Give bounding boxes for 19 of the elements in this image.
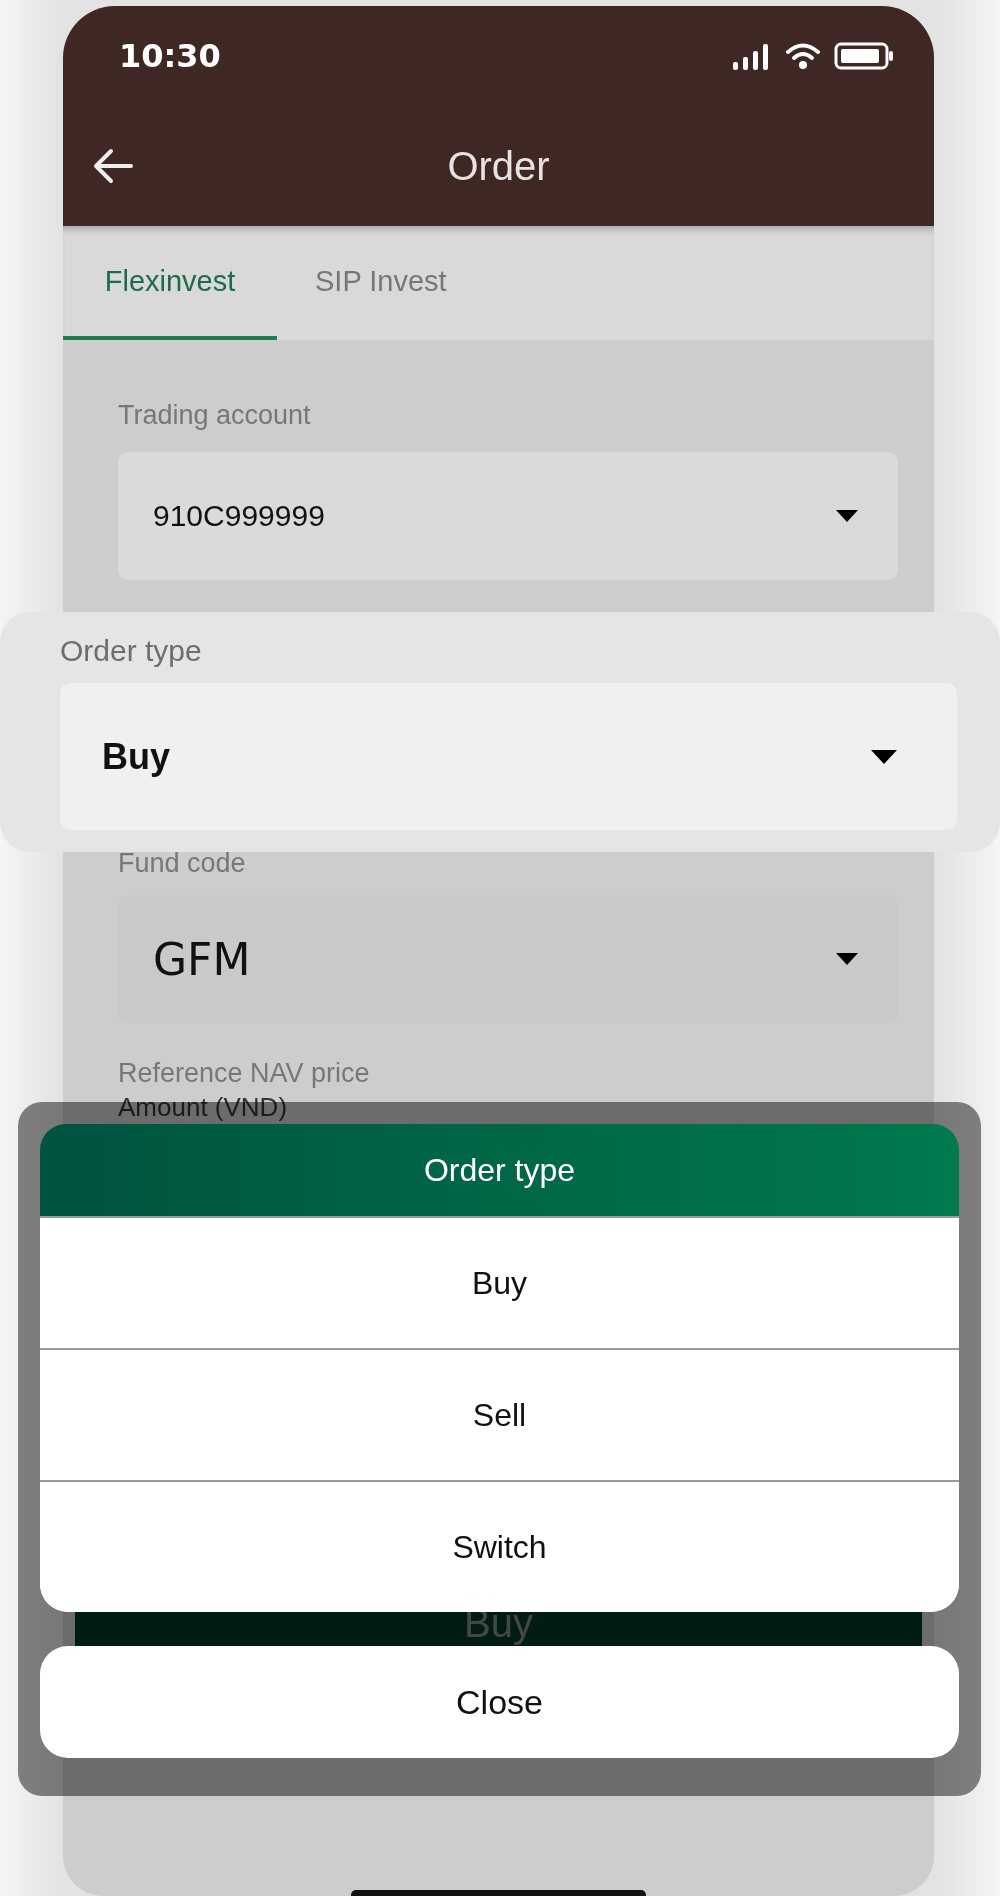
screen-title: Order: [447, 143, 550, 189]
caret-icon: [871, 749, 897, 764]
dropdown-field[interactable]: GFM: [118, 895, 898, 1023]
option-item[interactable]: Switch: [40, 1480, 959, 1612]
field-label: Reference NAV price: [118, 1058, 370, 1088]
field-label: Order type: [60, 634, 202, 668]
status-time: 10:30: [119, 37, 221, 75]
caret-icon: [836, 510, 858, 522]
sheet-title: Order type: [423, 1151, 576, 1189]
wifi-icon: [786, 42, 820, 70]
tab[interactable]: Flexinvest: [63, 226, 277, 340]
caret-icon: [836, 953, 858, 965]
close-button[interactable]: Close: [40, 1646, 959, 1758]
dropdown-field[interactable]: 910C999999: [118, 452, 898, 580]
field-label: Fund code: [118, 848, 246, 878]
dropdown-field[interactable]: Buy: [60, 683, 957, 830]
field-label: Trading account: [118, 400, 311, 430]
battery-icon: [834, 42, 894, 70]
back-arrow-icon[interactable]: [93, 148, 133, 184]
